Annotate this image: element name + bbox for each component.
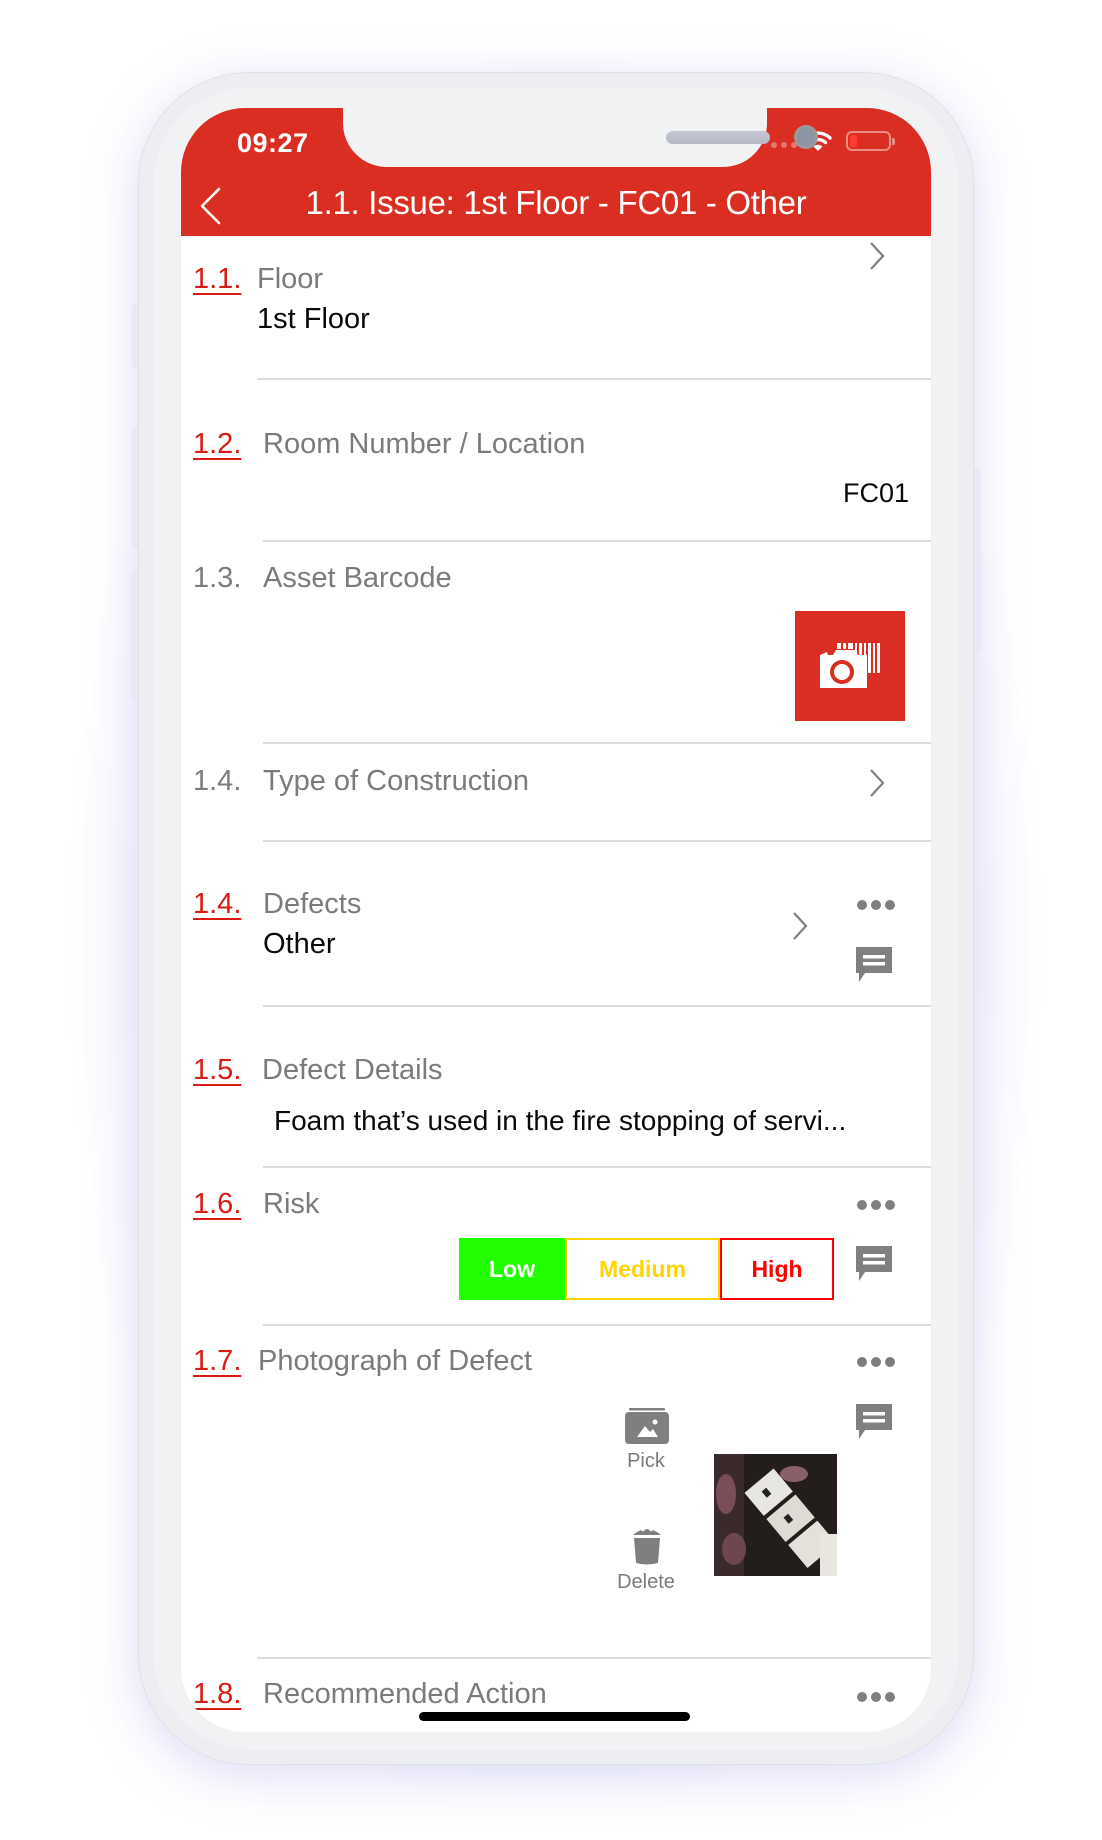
risk-low-label: Low — [489, 1255, 535, 1282]
defect-details-value[interactable]: Foam that’s used in the fire stopping of… — [274, 1105, 846, 1137]
front-camera — [794, 125, 818, 149]
row-number: 1.4. — [193, 765, 242, 797]
more-options-icon[interactable] — [857, 1357, 895, 1369]
row-number: 1.8. — [193, 1678, 242, 1710]
divider — [263, 1005, 931, 1007]
row-label: Asset Barcode — [263, 562, 452, 594]
chevron-right-icon[interactable] — [869, 240, 885, 272]
more-options-icon[interactable] — [857, 900, 895, 912]
chevron-right-icon[interactable] — [869, 767, 885, 799]
row-value: 1st Floor — [257, 303, 370, 335]
comment-icon[interactable] — [856, 1404, 892, 1440]
divider — [263, 540, 931, 542]
row-label: Room Number / Location — [263, 428, 586, 460]
row-number: 1.3. — [193, 562, 242, 594]
risk-medium-label: Medium — [599, 1255, 686, 1282]
row-number: 1.1. — [193, 263, 242, 295]
room-location-value[interactable]: FC01 — [843, 478, 909, 509]
delete-label: Delete — [617, 1571, 675, 1593]
home-indicator[interactable] — [419, 1712, 690, 1721]
battery-low-icon — [846, 131, 895, 151]
row-label: Defects — [263, 888, 362, 920]
row-label: Photograph of Defect — [258, 1345, 533, 1377]
row-number: 1.7. — [193, 1345, 242, 1377]
defect-photo-image — [714, 1454, 837, 1576]
risk-low-button[interactable]: Low — [459, 1238, 565, 1300]
row-number: 1.6. — [193, 1188, 242, 1220]
row-label: Defect Details — [262, 1054, 443, 1086]
more-options-icon[interactable] — [857, 1692, 895, 1704]
status-time: 09:27 — [237, 128, 309, 158]
divider — [257, 1657, 931, 1659]
chevron-right-icon[interactable] — [792, 910, 808, 942]
pick-label: Pick — [627, 1450, 665, 1472]
row-value: Other — [263, 928, 336, 960]
risk-high-label: High — [751, 1255, 803, 1282]
trash-icon — [633, 1525, 661, 1565]
risk-high-button[interactable]: High — [720, 1238, 834, 1300]
divider — [263, 742, 931, 744]
comment-icon[interactable] — [856, 947, 892, 983]
divider — [263, 1324, 931, 1326]
row-label: Risk — [263, 1188, 320, 1220]
row-number: 1.5. — [193, 1054, 242, 1086]
divider — [257, 378, 931, 380]
comment-icon[interactable] — [856, 1246, 892, 1282]
row-label: Floor — [257, 263, 324, 295]
divider — [263, 1166, 931, 1168]
row-number: 1.4. — [193, 888, 242, 920]
defect-photo-thumbnail[interactable] — [714, 1454, 837, 1576]
page-title: 1.1. Issue: 1st Floor - FC01 - Other — [305, 184, 807, 221]
scan-barcode-button[interactable] — [795, 611, 905, 721]
barcode-camera-icon — [820, 643, 880, 688]
device-notch — [343, 108, 818, 167]
risk-medium-button[interactable]: Medium — [565, 1238, 720, 1300]
divider — [263, 840, 931, 842]
row-label: Type of Construction — [263, 765, 529, 797]
photo-library-icon — [625, 1408, 669, 1444]
app-screen: 09:27 1.1. Issue: 1st Floor - FC01 - Oth… — [181, 108, 931, 1732]
speaker-grille — [666, 131, 770, 144]
row-number: 1.2. — [193, 428, 242, 460]
more-options-icon[interactable] — [857, 1200, 895, 1212]
row-label: Recommended Action — [263, 1678, 547, 1710]
